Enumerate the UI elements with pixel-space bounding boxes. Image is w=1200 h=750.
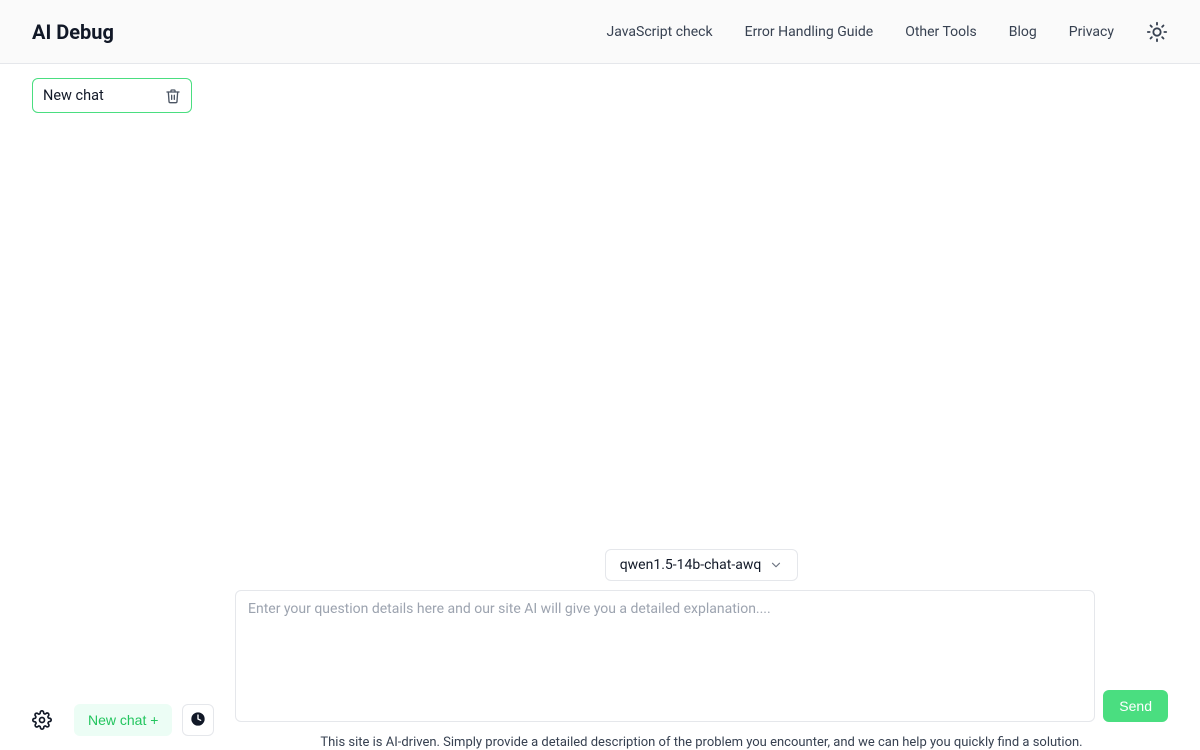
nav-other-tools[interactable]: Other Tools bbox=[905, 24, 977, 40]
new-chat-button[interactable]: New chat + bbox=[74, 704, 172, 736]
nav: JavaScript check Error Handling Guide Ot… bbox=[606, 21, 1168, 43]
nav-blog[interactable]: Blog bbox=[1009, 24, 1037, 40]
send-button[interactable]: Send bbox=[1103, 690, 1168, 722]
model-selector-label: qwen1.5-14b-chat-awq bbox=[620, 557, 762, 573]
gear-icon[interactable] bbox=[32, 710, 52, 730]
chat-item-label: New chat bbox=[43, 87, 104, 104]
clock-icon bbox=[190, 711, 206, 730]
disclaimer-text: This site is AI-driven. Simply provide a… bbox=[235, 735, 1168, 750]
nav-privacy[interactable]: Privacy bbox=[1069, 24, 1114, 40]
question-input[interactable] bbox=[235, 590, 1095, 722]
chat-item[interactable]: New chat bbox=[32, 78, 192, 113]
sun-icon[interactable] bbox=[1146, 21, 1168, 43]
chevron-down-icon bbox=[769, 558, 783, 572]
history-button[interactable] bbox=[182, 704, 214, 736]
logo[interactable]: AI Debug bbox=[32, 20, 114, 44]
trash-icon[interactable] bbox=[165, 88, 181, 104]
nav-javascript-check[interactable]: JavaScript check bbox=[606, 24, 712, 40]
chat-area bbox=[235, 64, 1168, 549]
model-selector[interactable]: qwen1.5-14b-chat-awq bbox=[605, 549, 799, 581]
header: AI Debug JavaScript check Error Handling… bbox=[0, 0, 1200, 64]
chat-list: New chat bbox=[32, 78, 219, 113]
main: qwen1.5-14b-chat-awq Send This site is A… bbox=[235, 64, 1200, 750]
layout: New chat New chat bbox=[0, 64, 1200, 750]
input-zone: qwen1.5-14b-chat-awq Send This site is A… bbox=[235, 549, 1168, 750]
input-row: Send bbox=[235, 590, 1168, 722]
sidebar: New chat New chat bbox=[0, 64, 235, 750]
sidebar-footer: New chat + bbox=[32, 704, 219, 736]
nav-error-guide[interactable]: Error Handling Guide bbox=[745, 24, 874, 40]
